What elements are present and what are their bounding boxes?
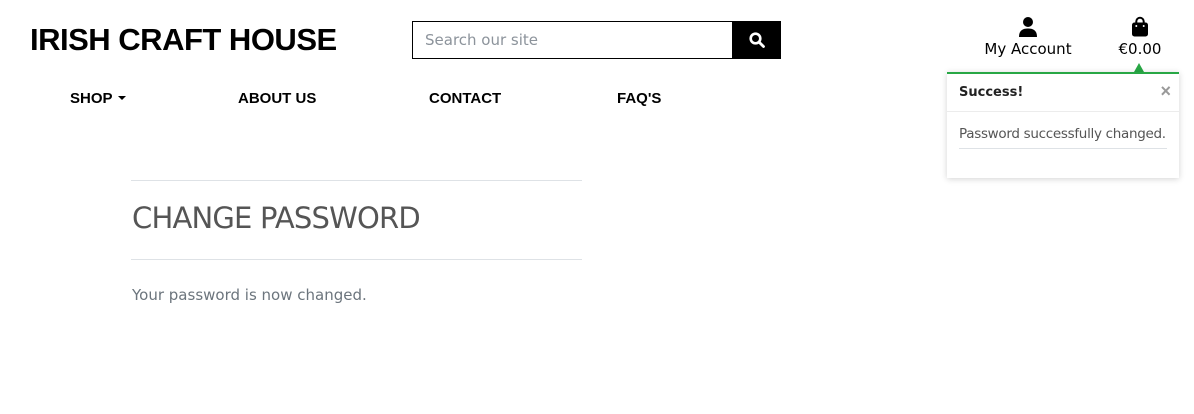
search-input[interactable] <box>412 21 732 59</box>
toast-body: Password successfully changed. <box>947 112 1179 149</box>
my-account-link[interactable]: My Account <box>978 16 1078 58</box>
nav-about-us[interactable]: ABOUT US <box>238 90 316 107</box>
user-icon <box>978 16 1078 38</box>
search-button[interactable] <box>732 21 781 59</box>
search-icon <box>748 32 765 48</box>
page-title: CHANGE PASSWORD <box>132 201 421 235</box>
toast-header: Success! × <box>947 74 1179 112</box>
nav-faqs[interactable]: FAQ'S <box>617 90 661 107</box>
cart-total: €0.00 <box>1118 40 1162 58</box>
nav-shop-label: SHOP <box>70 90 113 107</box>
toast-title: Success! <box>959 85 1024 100</box>
toast-message: Password successfully changed. <box>959 126 1167 149</box>
close-icon[interactable]: × <box>1160 80 1171 102</box>
main-content: CHANGE PASSWORD Your password is now cha… <box>131 180 582 304</box>
toast-arrow <box>1134 63 1144 72</box>
shopping-bag-icon <box>1110 16 1170 38</box>
nav-shop[interactable]: SHOP <box>70 90 126 107</box>
cart-link[interactable]: €0.00 <box>1110 16 1170 58</box>
bottom-divider <box>131 259 582 260</box>
my-account-label: My Account <box>984 40 1072 58</box>
page-message: Your password is now changed. <box>132 286 367 304</box>
success-toast: Success! × Password successfully changed… <box>947 72 1179 178</box>
search-form <box>412 21 781 59</box>
site-logo[interactable]: IRISH CRAFT HOUSE <box>30 22 337 58</box>
caret-down-icon <box>117 96 126 101</box>
nav-contact[interactable]: CONTACT <box>429 90 501 107</box>
